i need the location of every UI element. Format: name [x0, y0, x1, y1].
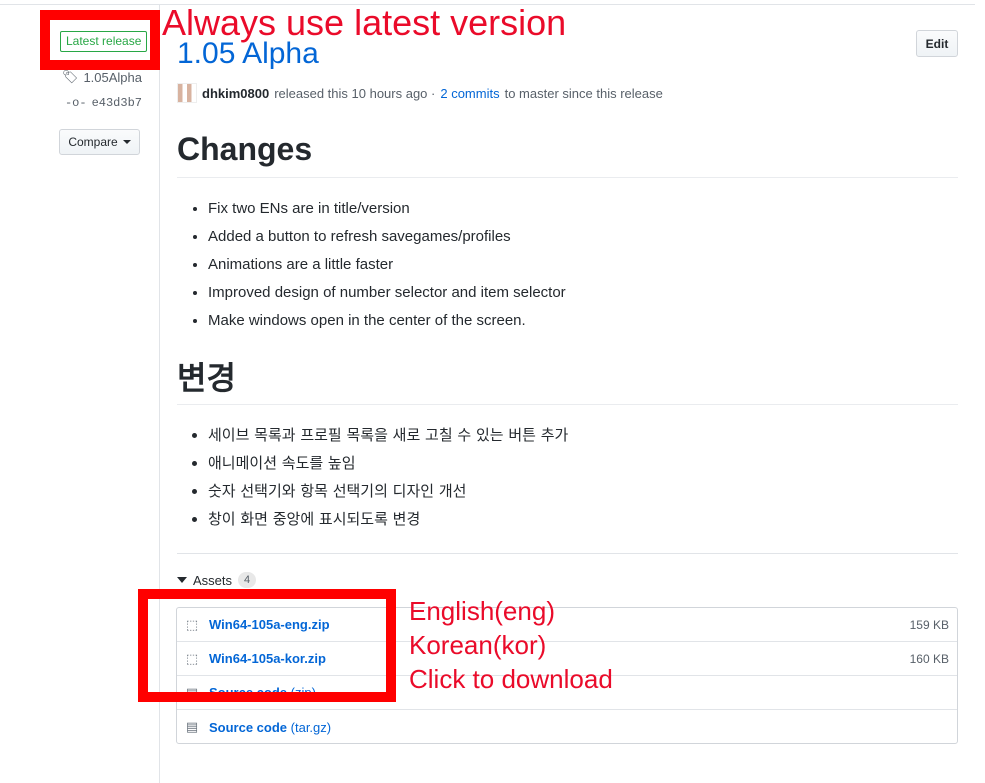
changes-list-en: Fix two ENs are in title/version Added a…: [190, 195, 566, 335]
release-commit[interactable]: -o- e43d3b7: [65, 96, 142, 110]
annotation-eng: English(eng): [409, 596, 555, 626]
avatar[interactable]: [177, 83, 197, 103]
assets-toggle[interactable]: Assets 4: [177, 572, 257, 588]
edit-button[interactable]: Edit: [916, 30, 958, 57]
list-item: 숫자 선택기와 항목 선택기의 디자인 개선: [208, 477, 568, 505]
compare-label: Compare: [68, 135, 118, 149]
annotation-box-latest: [40, 10, 160, 70]
commits-link[interactable]: 2 commits: [440, 86, 499, 101]
list-item: Animations are a little faster: [208, 251, 566, 279]
compare-button[interactable]: Compare: [59, 129, 140, 155]
list-item: Fix two ENs are in title/version: [208, 195, 566, 223]
release-tag[interactable]: 🏷 1.05Alpha: [62, 69, 142, 85]
caret-down-icon: [122, 140, 131, 144]
file-zip-icon: ▤: [185, 719, 199, 734]
list-item: 애니메이션 속도를 높임: [208, 449, 568, 477]
released-text: released this 10 hours ago ·: [274, 85, 436, 101]
list-item: Improved design of number selector and i…: [208, 279, 566, 307]
list-item: 창이 화면 중앙에 표시되도록 변경: [208, 505, 568, 533]
heading-rule: [177, 177, 958, 178]
changes-heading: Changes: [177, 131, 313, 167]
tag-icon: 🏷: [61, 69, 79, 84]
assets-label: Assets: [193, 572, 233, 588]
asset-link-source-targz[interactable]: Source code (tar.gz): [209, 720, 949, 735]
list-item: Added a button to refresh savegames/prof…: [208, 223, 566, 251]
since-text: to master since this release: [504, 85, 663, 101]
changes-heading-ko: 변경: [177, 359, 236, 397]
asset-size: 159 KB: [909, 617, 949, 632]
list-item: 세이브 목록과 프로필 목록을 새로 고칠 수 있는 버튼 추가: [208, 421, 568, 449]
author-link[interactable]: dhkim0800: [202, 86, 269, 101]
asset-row-source-targz[interactable]: ▤ Source code (tar.gz): [177, 710, 957, 744]
release-meta: dhkim0800 released this 10 hours ago · 2…: [177, 83, 663, 103]
tag-label[interactable]: 1.05Alpha: [83, 70, 142, 85]
triangle-down-icon: [177, 577, 187, 583]
heading-rule: [177, 404, 958, 405]
list-item: Make windows open in the center of the s…: [208, 307, 566, 335]
commit-sha[interactable]: e43d3b7: [92, 96, 142, 110]
annotation-click: Click to download: [409, 664, 613, 694]
annotation-latest-text: Always use latest version: [162, 2, 567, 43]
annotation-download-text: English(eng) Korean(kor) Click to downlo…: [409, 594, 613, 696]
section-rule: [177, 553, 958, 554]
commit-icon: -o-: [64, 96, 87, 110]
changes-list-ko: 세이브 목록과 프로필 목록을 새로 고칠 수 있는 버튼 추가 애니메이션 속…: [190, 421, 568, 533]
annotation-box-downloads: [138, 589, 396, 702]
annotation-kor: Korean(kor): [409, 630, 547, 660]
asset-size: 160 KB: [909, 651, 949, 666]
assets-count-badge: 4: [238, 572, 257, 588]
